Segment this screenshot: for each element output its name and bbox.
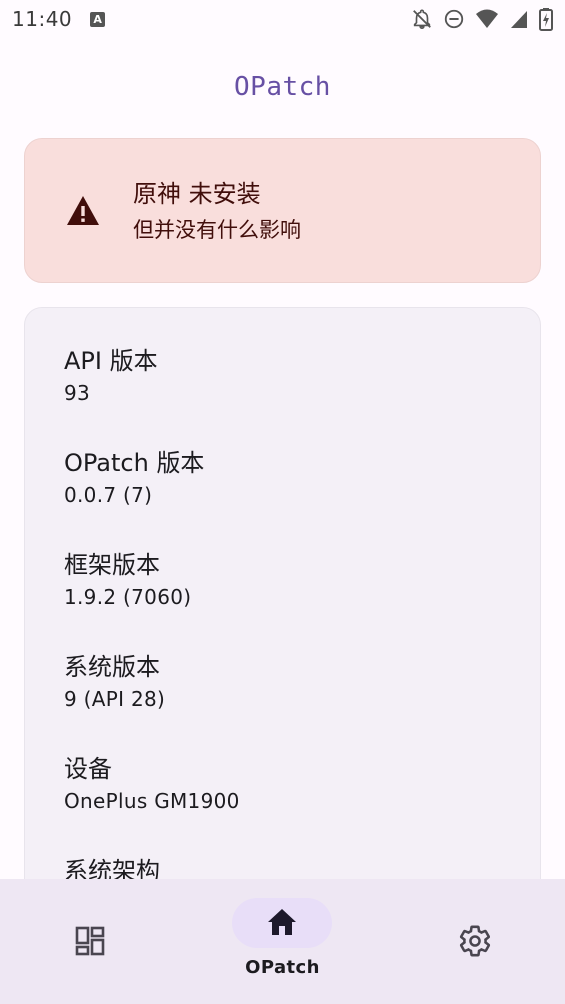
status-time: 11:40	[12, 7, 73, 31]
info-label: OPatch 版本	[64, 449, 205, 477]
warning-title: 原神 未安装	[133, 180, 261, 208]
info-value: 93	[64, 381, 91, 405]
warning-icon	[67, 196, 99, 225]
nav-item-dashboard[interactable]	[0, 879, 188, 1004]
status-bar-left: 11:40 A	[12, 7, 106, 31]
info-label: 系统版本	[64, 653, 160, 681]
bell-off-icon	[413, 9, 431, 29]
warning-card[interactable]: 原神 未安装 但并没有什么影响	[24, 138, 541, 283]
info-label: 框架版本	[64, 551, 160, 579]
page-title: OPatch	[234, 72, 331, 102]
bottom-nav: OPatch	[0, 879, 565, 1004]
a-letter-icon: A	[90, 11, 106, 27]
warning-text: 原神 未安装 但并没有什么影响	[133, 179, 301, 245]
info-item-device: 设备 OnePlus GM1900	[64, 754, 240, 814]
info-value: 1.9.2 (7060)	[64, 585, 192, 609]
cellular-signal-icon	[511, 11, 527, 28]
info-item-system-version: 系统版本 9 (API 28)	[64, 652, 165, 712]
info-value: 9 (API 28)	[64, 687, 166, 711]
info-item-api-version: API 版本 93	[64, 346, 158, 406]
info-item-opatch-version: OPatch 版本 0.0.7 (7)	[64, 448, 204, 508]
dashboard-icon	[75, 926, 105, 956]
info-label: API 版本	[64, 347, 158, 375]
info-value: 0.0.7 (7)	[64, 483, 153, 507]
settings-gear-icon	[459, 925, 491, 957]
wifi-icon	[476, 9, 498, 28]
home-icon	[268, 909, 296, 935]
nav-item-settings[interactable]	[377, 879, 565, 1004]
do-not-disturb-icon	[444, 9, 464, 29]
status-bar-right	[411, 7, 553, 31]
status-bar: 11:40 A	[0, 0, 565, 38]
warning-subtitle: 但并没有什么影响	[133, 218, 301, 242]
info-card: API 版本 93 OPatch 版本 0.0.7 (7) 框架版本 1.9.2…	[24, 307, 541, 967]
battery-icon	[539, 8, 553, 31]
info-item-framework-version: 框架版本 1.9.2 (7060)	[64, 550, 191, 610]
info-value: OnePlus GM1900	[64, 789, 240, 813]
info-label: 设备	[64, 755, 112, 783]
